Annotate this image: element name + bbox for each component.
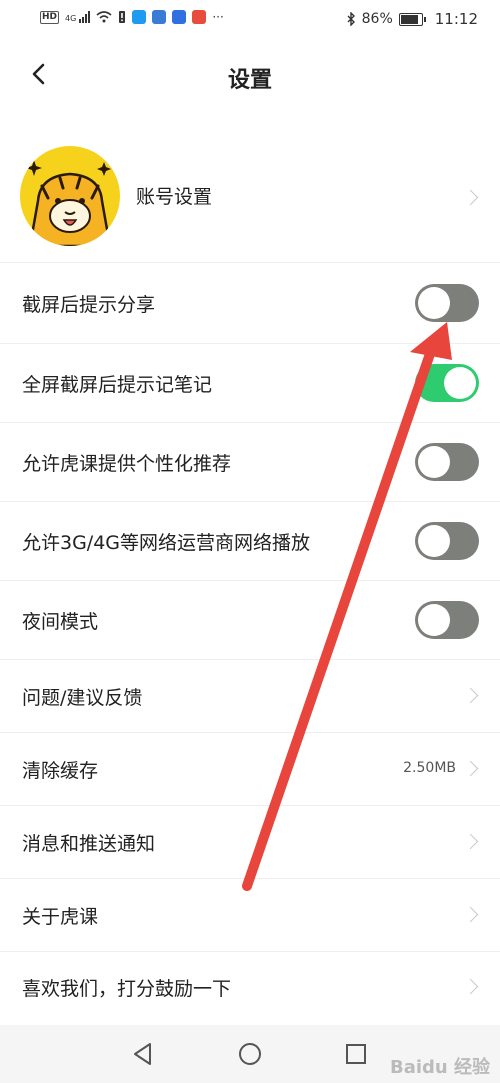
settings-row[interactable]: 清除缓存 2.50MB [0,732,500,805]
cell-signal-icon: 4G [65,11,91,23]
nav-back-icon[interactable] [130,1041,156,1067]
account-settings-row[interactable]: 账号设置 [0,140,500,262]
settings-row-label: 允许3G/4G等网络运营商网络播放 [22,532,311,554]
toggle-switch[interactable] [415,364,479,402]
battery-icon [398,12,426,26]
toggle-knob [418,525,450,557]
settings-row[interactable]: 问题/建议反馈 [0,659,500,732]
settings-row[interactable]: 夜间模式 [0,580,500,659]
toggle-switch[interactable] [415,284,479,322]
settings-row-label: 关于虎课 [22,906,99,928]
nav-home-icon[interactable] [237,1041,263,1067]
chevron-right-icon [462,687,479,704]
nav-recents-icon[interactable] [343,1041,369,1067]
settings-row-label: 全屏截屏后提示记笔记 [22,374,213,396]
cache-size-value: 2.50MB [403,760,456,776]
app-notification-icon-4 [192,10,207,24]
settings-row-label: 允许虎课提供个性化推荐 [22,453,232,475]
settings-row[interactable]: 允许虎课提供个性化推荐 [0,422,500,501]
toggle-switch[interactable] [415,522,479,560]
chevron-right-icon [462,906,479,923]
toggle-switch[interactable] [415,443,479,481]
app-notification-icon-3 [172,10,187,24]
settings-row[interactable]: 关于虎课 [0,878,500,951]
alert-icon [119,11,126,23]
clock: 11:12 [434,10,478,28]
settings-row-label: 消息和推送通知 [22,833,156,855]
settings-row-label: 截屏后提示分享 [22,294,156,316]
toggle-knob [444,367,476,399]
settings-row-label: 清除缓存 [22,760,99,782]
watermark: Baidu 经验 [389,1057,490,1078]
settings-row-label: 夜间模式 [22,611,99,633]
avatar [20,146,120,246]
settings-row[interactable]: 消息和推送通知 [0,805,500,878]
header: 设置 [0,40,500,116]
account-settings-label: 账号设置 [136,186,213,208]
app-notification-icon-2 [152,10,167,24]
toggle-knob [418,287,450,319]
settings-row[interactable]: 截屏后提示分享 [0,262,500,343]
chevron-right-icon [462,189,479,206]
settings-list: 截屏后提示分享全屏截屏后提示记笔记 允许虎课提供个性化推荐允许3G/4G等网络运营… [0,262,500,1022]
toggle-switch[interactable] [415,601,479,639]
wifi-icon [96,11,112,23]
network-type: 4G [65,14,77,23]
chevron-right-icon [462,833,479,850]
system-nav-bar: Baidu 经验 [0,1025,500,1083]
more-notifications-icon: ··· [212,10,224,24]
settings-row-label: 喜欢我们，打分鼓励一下 [22,978,232,1000]
hd-badge: HD [40,10,60,24]
toggle-knob [418,604,450,636]
chevron-right-icon [462,760,479,777]
settings-row[interactable]: 允许3G/4G等网络运营商网络播放 [0,501,500,580]
bluetooth-icon [347,12,355,26]
settings-row[interactable]: 全屏截屏后提示记笔记 [0,343,500,422]
app-notification-icon-1 [132,10,147,24]
settings-row-label: 问题/建议反馈 [22,687,143,709]
chevron-right-icon [462,978,479,995]
status-bar: HD 4G ··· 86% 11:12 [0,0,500,38]
battery-percent: 86% [361,11,393,27]
settings-row[interactable]: 喜欢我们，打分鼓励一下 [0,951,500,1022]
toggle-knob [418,446,450,478]
page-title: 设置 [227,68,272,93]
